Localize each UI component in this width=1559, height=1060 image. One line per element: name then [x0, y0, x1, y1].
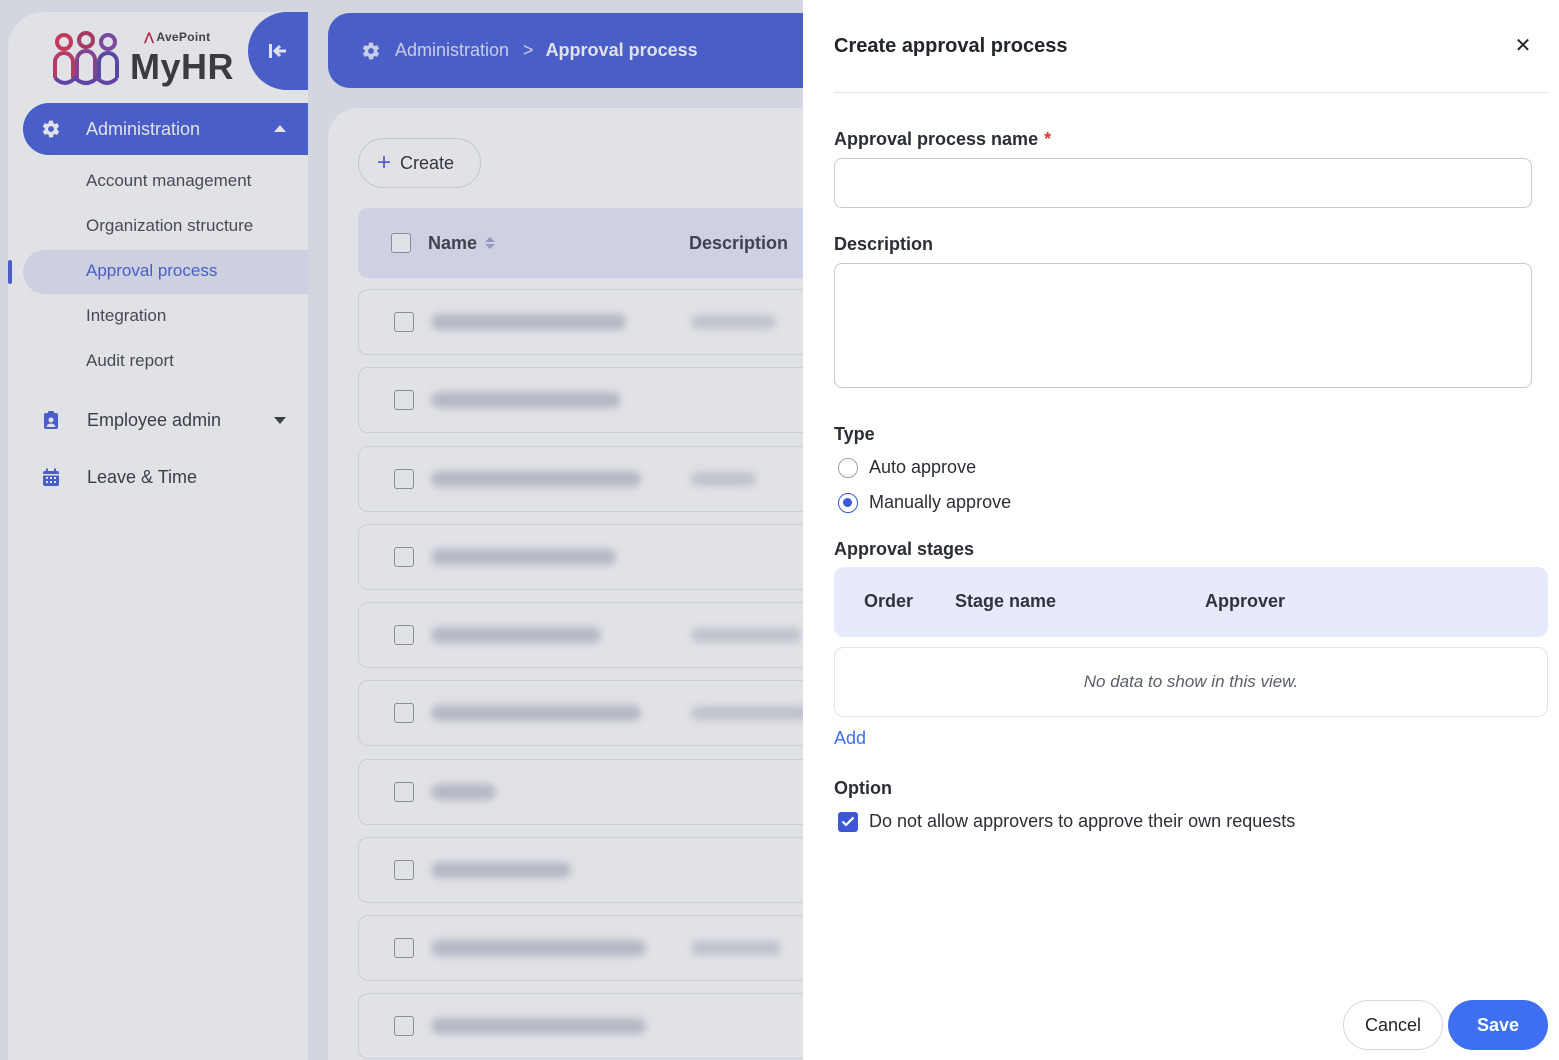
- checkbox-label: Do not allow approvers to approve their …: [869, 811, 1296, 831]
- create-approval-process-drawer: Create approval process ✕ Approval proce…: [803, 0, 1559, 1060]
- radio-manually-approve[interactable]: Manually approve: [838, 492, 1011, 513]
- checkmark-icon: [841, 816, 855, 827]
- divider: [834, 92, 1548, 93]
- empty-state-message: No data to show in this view.: [834, 647, 1548, 717]
- drawer-title: Create approval process: [834, 35, 1068, 57]
- description-input[interactable]: [834, 263, 1532, 388]
- cancel-button[interactable]: Cancel: [1343, 1000, 1443, 1050]
- column-header-approver: Approver: [1205, 591, 1286, 611]
- column-header-order: Order: [864, 591, 914, 611]
- save-button[interactable]: Save: [1448, 1000, 1548, 1050]
- close-icon[interactable]: ✕: [1511, 34, 1535, 58]
- approval-process-name-label: Approval process name *: [834, 129, 1052, 149]
- type-label: Type: [834, 424, 875, 444]
- description-label: Description: [834, 234, 934, 254]
- approval-stages-label: Approval stages: [834, 539, 975, 559]
- radio-label: Auto approve: [869, 457, 977, 477]
- radio-auto-approve[interactable]: Auto approve: [838, 457, 976, 478]
- column-header-stage-name: Stage name: [955, 591, 1057, 611]
- checkbox-checked[interactable]: [838, 811, 858, 832]
- radio-button[interactable]: [838, 457, 858, 478]
- option-no-self-approve[interactable]: Do not allow approvers to approve their …: [838, 811, 1295, 832]
- option-label: Option: [834, 778, 892, 798]
- approval-process-name-input[interactable]: [834, 158, 1532, 208]
- modal-overlay[interactable]: [0, 0, 803, 1060]
- required-asterisk: *: [1044, 129, 1052, 149]
- approval-stages-table-header: Order Stage name Approver: [834, 567, 1548, 637]
- radio-label: Manually approve: [869, 492, 1012, 512]
- radio-button-selected[interactable]: [838, 492, 858, 513]
- add-stage-link[interactable]: Add: [834, 728, 866, 749]
